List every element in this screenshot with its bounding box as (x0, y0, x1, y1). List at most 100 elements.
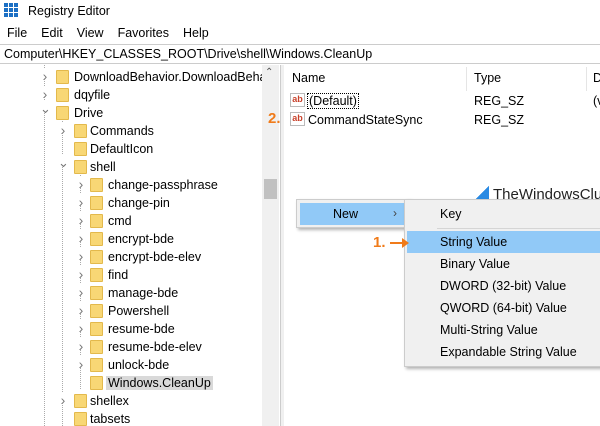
folder-icon (90, 196, 103, 210)
annotation-arrow-head-icon (402, 238, 409, 248)
menu-help[interactable]: Help (176, 24, 216, 44)
column-header-data[interactable]: D (593, 71, 600, 85)
tree-item[interactable]: › manage-bde (0, 284, 262, 302)
menu-view[interactable]: View (70, 24, 111, 44)
submenu-item-key[interactable]: Key (407, 203, 600, 225)
folder-icon (90, 340, 103, 354)
submenu-item-binary-value[interactable]: Binary Value (407, 253, 600, 275)
column-divider[interactable] (466, 67, 467, 91)
tree-item[interactable]: › Powershell (0, 302, 262, 320)
menu-favorites[interactable]: Favorites (111, 24, 176, 44)
chevron-right-icon[interactable]: › (76, 176, 86, 192)
submenu-item-label: QWORD (64-bit) Value (440, 301, 567, 315)
tree-item-label: change-passphrase (108, 178, 218, 192)
value-name: (Default) (307, 93, 359, 109)
tree-item[interactable]: › shellex (0, 392, 262, 410)
submenu-item-multi-string-value[interactable]: Multi-String Value (407, 319, 600, 341)
tree-item[interactable]: › resume-bde-elev (0, 338, 262, 356)
tree-item[interactable]: › cmd (0, 212, 262, 230)
scrollbar-thumb[interactable] (264, 179, 277, 199)
tree-item-label: resume-bde (108, 322, 175, 336)
chevron-right-icon[interactable]: › (76, 356, 86, 372)
column-divider[interactable] (586, 67, 587, 91)
tree-item-label: Commands (90, 124, 154, 138)
tree-item-label: cmd (108, 214, 132, 228)
tree-item[interactable]: › change-pin (0, 194, 262, 212)
menu-separator (437, 228, 600, 229)
tree-item-label: resume-bde-elev (108, 340, 202, 354)
tree-item[interactable]: › find (0, 266, 262, 284)
tree-item[interactable]: › encrypt-bde-elev (0, 248, 262, 266)
tree-item[interactable]: › Commands (0, 122, 262, 140)
chevron-right-icon[interactable]: › (76, 212, 86, 228)
chevron-right-icon[interactable]: › (76, 284, 86, 300)
tree-item[interactable]: › change-passphrase (0, 176, 262, 194)
chevron-right-icon[interactable]: › (76, 302, 86, 318)
column-header-name[interactable]: Name (292, 71, 325, 85)
menu-item-new[interactable]: New › (300, 203, 408, 225)
submenu-item-label: String Value (440, 235, 508, 249)
tree-item[interactable]: Windows.CleanUp (0, 374, 262, 392)
tree-item[interactable]: › unlock-bde (0, 356, 262, 374)
submenu-item-expandable-string-value[interactable]: Expandable String Value (407, 341, 600, 363)
chevron-down-icon[interactable]: ⌄ (58, 155, 69, 170)
folder-icon (56, 88, 69, 102)
chevron-right-icon[interactable]: › (76, 266, 86, 282)
chevron-right-icon[interactable]: › (76, 230, 86, 246)
submenu-item-string-value[interactable]: String Value (407, 231, 600, 253)
chevron-right-icon[interactable]: › (76, 248, 86, 264)
menu-bar: File Edit View Favorites Help (0, 24, 600, 44)
tree-item[interactable]: DefaultIcon (0, 140, 262, 158)
chevron-right-icon[interactable]: › (58, 392, 68, 408)
tree-item[interactable]: › encrypt-bde (0, 230, 262, 248)
tree-item-label: shell (90, 160, 116, 174)
chevron-right-icon[interactable]: › (40, 68, 50, 84)
value-row[interactable]: ab CommandStateSync REG_SZ (290, 111, 600, 129)
folder-icon (90, 232, 103, 246)
submenu-item-dword-value[interactable]: DWORD (32-bit) Value (407, 275, 600, 297)
annotation-step-1: 1. (373, 234, 386, 251)
tree-item[interactable]: ⌄ shell (0, 155, 262, 176)
chevron-right-icon[interactable]: › (76, 338, 86, 354)
chevron-down-icon[interactable]: ⌄ (40, 101, 51, 116)
menu-item-label: New (333, 207, 359, 221)
chevron-right-icon[interactable]: › (76, 194, 86, 210)
submenu-item-label: Expandable String Value (440, 345, 577, 359)
registry-editor-icon (4, 3, 18, 17)
scroll-up-icon[interactable]: ⌃ (265, 67, 273, 78)
value-row[interactable]: ab (Default) REG_SZ (v (290, 92, 600, 110)
address-bar[interactable]: Computer\HKEY_CLASSES_ROOT\Drive\shell\W… (0, 44, 600, 64)
tree-item[interactable]: › DownloadBehavior.DownloadBehav (0, 68, 273, 86)
folder-icon (74, 160, 87, 174)
tree-item[interactable]: tabsets (0, 410, 262, 426)
folder-icon (90, 376, 103, 390)
chevron-right-icon[interactable]: › (40, 86, 50, 102)
tree-item-label: Drive (74, 106, 104, 120)
tree-item-label: encrypt-bde (108, 232, 175, 246)
value-data: (v (593, 94, 600, 108)
tree-item[interactable]: › resume-bde (0, 320, 262, 338)
chevron-right-icon[interactable]: › (58, 122, 68, 138)
submenu-item-qword-value[interactable]: QWORD (64-bit) Value (407, 297, 600, 319)
tree-item[interactable]: ⌄ Drive (0, 101, 262, 122)
string-value-icon: ab (290, 112, 305, 126)
tree-item-label: DownloadBehavior.DownloadBehav (74, 70, 273, 84)
title-bar: Registry Editor (0, 0, 600, 22)
folder-icon (90, 322, 103, 336)
menu-edit[interactable]: Edit (34, 24, 70, 44)
submenu-item-label: Binary Value (440, 257, 510, 271)
menu-file[interactable]: File (0, 24, 34, 44)
submenu-item-label: DWORD (32-bit) Value (440, 279, 567, 293)
tree-item-label: Powershell (108, 304, 170, 318)
column-header-type[interactable]: Type (474, 71, 501, 85)
context-menu: New › (296, 199, 411, 228)
folder-icon (90, 268, 103, 282)
tree-item-label: manage-bde (108, 286, 179, 300)
folder-icon (90, 358, 103, 372)
tree-item-label: shellex (90, 394, 129, 408)
submenu-item-label: Key (440, 207, 462, 221)
string-value-icon: ab (290, 93, 305, 107)
folder-icon (90, 250, 103, 264)
chevron-right-icon[interactable]: › (76, 320, 86, 336)
tree-item-label: encrypt-bde-elev (108, 250, 202, 264)
